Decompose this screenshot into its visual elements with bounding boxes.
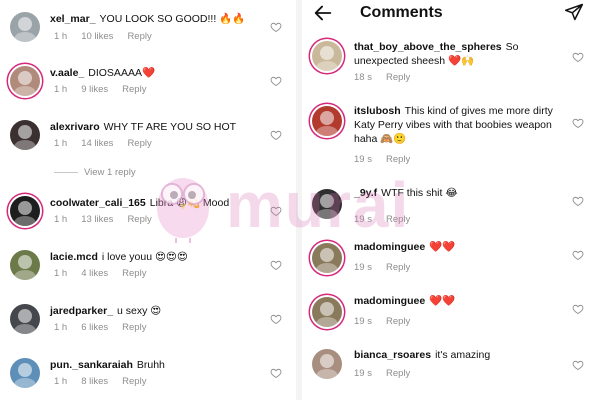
comment-text: ❤️❤️ <box>429 295 456 307</box>
comment-likes[interactable]: 4 likes <box>81 268 108 279</box>
comment-time: 1 h <box>54 214 68 225</box>
comment-time: 1 h <box>54 31 68 42</box>
comment-likes[interactable]: 8 likes <box>81 376 108 387</box>
comment-time: 19 s <box>354 214 372 225</box>
page-title: Comments <box>360 4 443 21</box>
comment-username[interactable]: bianca_rsoares <box>354 349 431 361</box>
heart-icon[interactable] <box>572 302 584 315</box>
reply-button[interactable]: Reply <box>127 138 151 149</box>
reply-button[interactable]: Reply <box>386 368 410 379</box>
comment-likes[interactable]: 6 likes <box>81 322 108 333</box>
heart-icon[interactable] <box>270 20 282 33</box>
comment-text: DIOSAAAA❤️ <box>88 67 156 79</box>
reply-button[interactable]: Reply <box>386 154 410 165</box>
avatar[interactable] <box>312 297 342 327</box>
reply-button[interactable]: Reply <box>386 262 410 273</box>
heart-icon[interactable] <box>572 248 584 261</box>
comment-time: 19 s <box>354 316 372 327</box>
comment-time: 1 h <box>54 138 68 149</box>
reply-button[interactable]: Reply <box>122 322 146 333</box>
avatar[interactable] <box>312 41 342 71</box>
comment-username[interactable]: alexrivaro <box>50 121 100 133</box>
comment-username[interactable]: jaredparker_ <box>50 305 113 317</box>
comment-time: 18 s <box>354 72 372 83</box>
comments-header: Comments <box>302 0 600 28</box>
reply-button[interactable]: Reply <box>127 31 151 42</box>
heart-icon[interactable] <box>270 366 282 379</box>
reply-button[interactable]: Reply <box>386 72 410 83</box>
reply-button[interactable]: Reply <box>386 316 410 327</box>
comment-text: u sexy 😍 <box>117 305 162 317</box>
comment-likes[interactable]: 14 likes <box>81 138 113 149</box>
heart-icon[interactable] <box>572 358 584 371</box>
heart-icon[interactable] <box>572 116 584 129</box>
comment-time: 19 s <box>354 154 372 165</box>
avatar[interactable] <box>10 12 40 42</box>
comment-text: it's amazing <box>435 349 491 361</box>
comment-username[interactable]: xel_mar_ <box>50 13 96 25</box>
comment-text: Bruhh <box>136 359 165 371</box>
reply-button[interactable]: Reply <box>122 376 146 387</box>
comment-text: WTF this shit 😂 <box>381 187 458 199</box>
comment-username[interactable]: that_boy_above_the_spheres <box>354 41 502 53</box>
heart-icon[interactable] <box>270 258 282 271</box>
left-comments-panel: xel_mar_ YOU LOOK SO GOOD!!! 🔥🔥 1 h 10 lik… <box>0 0 296 400</box>
right-comments-panel: Comments that_boy_above_the_spheres So un… <box>302 0 600 400</box>
view-replies-link[interactable]: View 1 reply <box>54 167 136 178</box>
heart-icon[interactable] <box>572 50 584 63</box>
reply-button[interactable]: Reply <box>122 84 146 95</box>
comment-likes[interactable]: 13 likes <box>81 214 113 225</box>
comment-username[interactable]: madominguee <box>354 241 425 253</box>
comment-username[interactable]: itslubosh <box>354 105 401 117</box>
comment-username[interactable]: coolwater_cali_165 <box>50 197 146 209</box>
comment-time: 1 h <box>54 84 68 95</box>
heart-icon[interactable] <box>270 128 282 141</box>
avatar[interactable] <box>10 358 40 388</box>
reply-button[interactable]: Reply <box>122 268 146 279</box>
comment-username[interactable]: _9y.f <box>354 187 377 199</box>
comment-time: 19 s <box>354 368 372 379</box>
avatar[interactable] <box>10 196 40 226</box>
avatar[interactable] <box>312 243 342 273</box>
comment-text: WHY TF ARE YOU SO HOT <box>103 121 237 133</box>
comment-text: i love youu 😍😍😍 <box>101 251 188 263</box>
heart-icon[interactable] <box>270 312 282 325</box>
comment-username[interactable]: lacie.mcd <box>50 251 98 263</box>
avatar[interactable] <box>312 106 342 136</box>
comment-text: Libra 😩💫 Mood <box>149 197 230 209</box>
avatar[interactable] <box>10 66 40 96</box>
heart-icon[interactable] <box>572 194 584 207</box>
heart-icon[interactable] <box>270 74 282 87</box>
reply-button[interactable]: Reply <box>386 214 410 225</box>
comment-time: 1 h <box>54 376 68 387</box>
comment-username[interactable]: v.aale_ <box>50 67 84 79</box>
comment-username[interactable]: pun._sankaraiah <box>50 359 133 371</box>
avatar[interactable] <box>312 189 342 219</box>
comment-time: 19 s <box>354 262 372 273</box>
avatar[interactable] <box>10 304 40 334</box>
send-icon[interactable] <box>564 2 586 24</box>
comment-time: 1 h <box>54 268 68 279</box>
comment-time: 1 h <box>54 322 68 333</box>
comment-likes[interactable]: 9 likes <box>81 84 108 95</box>
reply-button[interactable]: Reply <box>127 214 151 225</box>
avatar[interactable] <box>10 250 40 280</box>
comment-text: YOU LOOK SO GOOD!!! 🔥🔥 <box>99 13 246 25</box>
comment-likes[interactable]: 10 likes <box>81 31 113 42</box>
back-arrow-icon[interactable] <box>312 2 336 24</box>
avatar[interactable] <box>10 120 40 150</box>
comment-text: ❤️❤️ <box>429 241 456 253</box>
comment-username[interactable]: madominguee <box>354 295 425 307</box>
heart-icon[interactable] <box>270 204 282 217</box>
avatar[interactable] <box>312 349 342 379</box>
